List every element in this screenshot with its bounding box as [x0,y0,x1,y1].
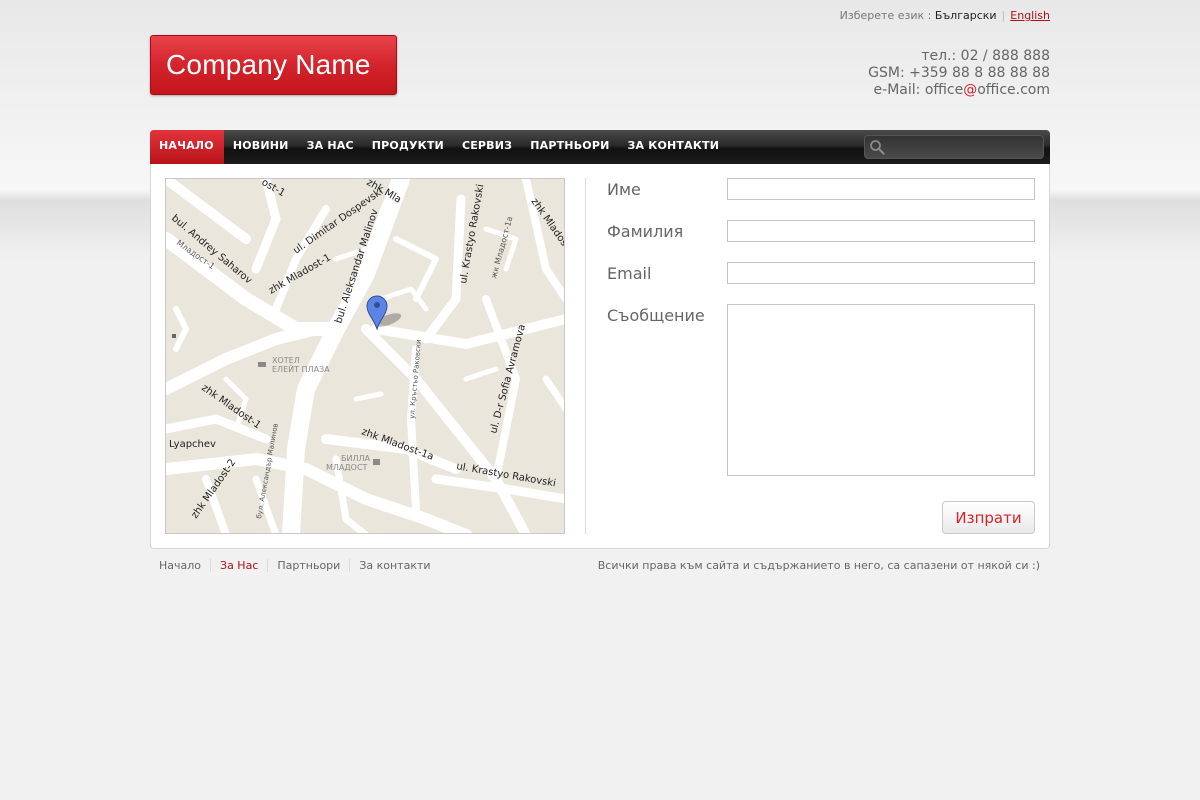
map-canvas[interactable]: ul. Dimitar Dospevski bul. Andrey Saharo… [166,179,565,534]
language-separator: | [1001,9,1006,22]
email-label: Email [607,264,652,283]
language-english-link[interactable]: English [1010,9,1050,22]
gsm-text: GSM: +359 88 8 88 88 88 [868,65,1050,81]
search-box [864,135,1044,159]
language-prompt: Изберете език : [839,9,932,22]
email-text: e-Mail: office@office.com [873,82,1050,98]
map-label: Lyapchev [169,439,216,450]
last-name-label: Фамилия [607,222,684,241]
language-current[interactable]: Български [935,9,997,22]
language-selector: Изберете език : Български | English [840,9,1050,22]
nav-item-products[interactable]: ПРОДУКТИ [363,130,453,164]
map-label: ХОТЕЛ [272,356,300,365]
nav-item-partners[interactable]: ПАРТНЬОРИ [521,130,618,164]
content-panel: ul. Dimitar Dospevski bul. Andrey Saharo… [150,164,1050,549]
map-label: ЕЛЕЙТ ПЛАЗА [272,363,330,374]
search-icon[interactable] [869,139,885,155]
nav-item-contacts[interactable]: ЗА КОНТАКТИ [619,130,729,164]
form-row-email: Email [607,262,1037,304]
footer-link-contacts[interactable]: За контакти [349,559,439,572]
footer-link-home[interactable]: Начало [159,559,210,572]
search-input[interactable] [889,136,1039,158]
first-name-input[interactable] [727,178,1035,200]
email-input[interactable] [727,262,1035,284]
contact-form: Име Фамилия Email Съобщение [607,178,1037,504]
form-row-first-name: Име [607,178,1037,220]
copyright-text: Всички права към сайта и съдържанието в … [597,559,1040,572]
message-label: Съобщение [607,306,705,325]
first-name-label: Име [607,180,641,199]
footer-links: Начало За Нас Партньори За контакти [159,559,440,572]
map-label: МЛАДОСТ [326,463,368,472]
nav-item-news[interactable]: НОВИНИ [224,130,298,164]
message-textarea[interactable] [727,304,1035,476]
contact-info: тел.: 02 / 888 888 GSM: +359 88 8 88 88 … [868,48,1050,99]
form-row-last-name: Фамилия [607,220,1037,262]
last-name-input[interactable] [727,220,1035,242]
footer-link-about[interactable]: За Нас [210,559,267,572]
nav-item-home[interactable]: НАЧАЛО [150,130,224,164]
company-logo[interactable]: Company Name [150,35,397,95]
nav-item-about[interactable]: ЗА НАС [298,130,363,164]
main-navigation: НАЧАЛО НОВИНИ ЗА НАС ПРОДУКТИ СЕРВИЗ ПАР… [150,130,1050,164]
submit-button[interactable]: Изпрати [942,501,1035,534]
map-label: БИЛЛА [341,454,371,463]
location-map[interactable]: ul. Dimitar Dospevski bul. Andrey Saharo… [165,178,565,534]
phone-text: тел.: 02 / 888 888 [921,48,1050,64]
content-divider [585,178,586,534]
page-wrapper: Изберете език : Български | English Compan… [150,0,1050,800]
nav-item-service[interactable]: СЕРВИЗ [453,130,521,164]
form-row-message: Съобщение [607,304,1037,504]
footer-link-partners[interactable]: Партньори [267,559,349,572]
